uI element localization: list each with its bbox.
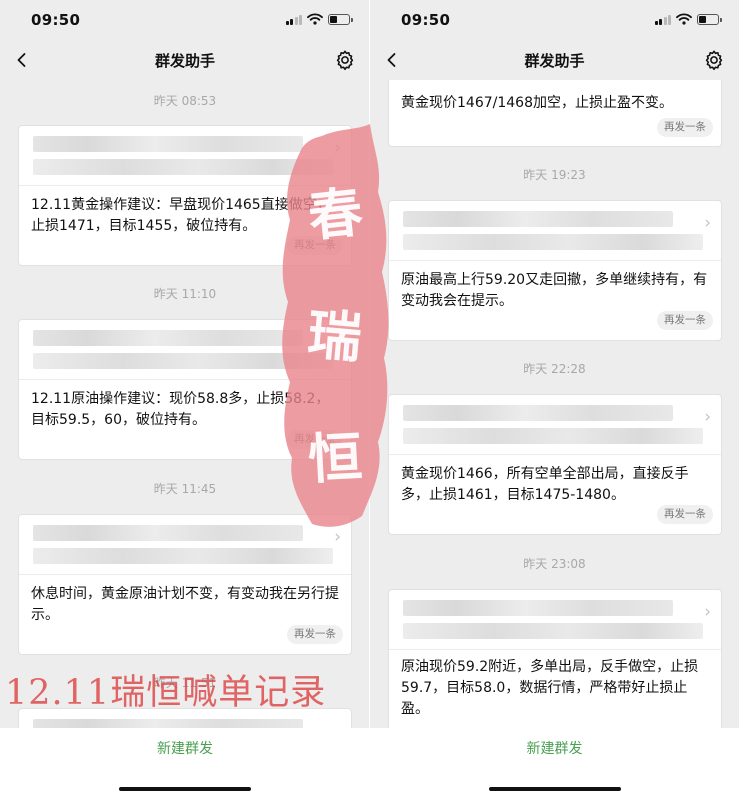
message-card[interactable]: › 12.11黄金操作建议：早盘现价1465直接做空，止损1471，目标1455… (18, 125, 352, 266)
battery-icon (697, 13, 722, 25)
message-text: 休息时间，黄金原油计划不变，有变动我在另行提示。 (31, 586, 339, 623)
right-screen: 09:50 群发助手 黄金现价1467/1468加空，止损止盈不变。 再发一条 … (370, 0, 739, 800)
wifi-icon (307, 13, 323, 25)
message-card[interactable]: › 原油现价59.2附近，多单出局，反手做空，止损59.7，目标58.0，数据行… (388, 589, 722, 728)
resend-button[interactable]: 再发一条 (657, 118, 713, 137)
chevron-right-icon: › (334, 527, 341, 547)
recipients-blurred: › (389, 201, 721, 261)
screen-divider (369, 0, 370, 800)
message-card[interactable]: › 黄金现价1466，所有空单全部出局，直接反手多，止损1461，目标1475-… (388, 394, 722, 535)
message-card[interactable]: › 原油最高上行59.20又走回撤，多单继续持有，有变动我会在提示。 再发一条 (388, 200, 722, 341)
gear-icon[interactable] (334, 49, 356, 71)
status-bar: 09:50 (370, 0, 739, 40)
bottom-bar: 新建群发 (0, 728, 370, 800)
new-broadcast-button[interactable]: 新建群发 (0, 738, 370, 758)
wifi-icon (676, 13, 692, 25)
resend-button[interactable]: 再发一条 (287, 236, 343, 255)
chevron-right-icon: › (704, 213, 711, 233)
status-bar: 09:50 (0, 0, 370, 40)
home-indicator (119, 787, 251, 791)
status-icons (285, 13, 353, 25)
recipients-blurred: › (389, 395, 721, 455)
new-broadcast-button[interactable]: 新建群发 (370, 738, 739, 758)
recipients-blurred: › (389, 590, 721, 650)
watermark-caption: 12.11瑞恒喊单记录 (5, 673, 327, 713)
timestamp: 昨天 11:10 (153, 287, 217, 301)
recipients-blurred: › (19, 126, 351, 186)
message-card[interactable]: › 12.11原油操作建议：现价58.8多，止损58.2，目标59.5，60，破… (18, 319, 352, 460)
timestamp: 昨天 19:23 (523, 168, 586, 182)
status-time: 09:50 (401, 11, 451, 29)
chevron-right-icon: › (334, 138, 341, 158)
message-list[interactable]: 黄金现价1467/1468加空，止损止盈不变。 再发一条 昨天 19:23 › … (370, 80, 739, 728)
home-indicator (488, 787, 621, 791)
nav-bar: 群发助手 (0, 40, 370, 80)
chevron-right-icon: › (704, 602, 711, 622)
recipients-blurred: › (19, 320, 351, 380)
message-text: 12.11黄金操作建议：早盘现价1465直接做空，止损1471，目标1455，破… (31, 197, 331, 234)
nav-title: 群发助手 (154, 52, 215, 70)
resend-button[interactable]: 再发一条 (657, 311, 713, 330)
chevron-right-icon: › (334, 332, 341, 352)
message-list[interactable]: 昨天 08:53 › 12.11黄金操作建议：早盘现价1465直接做空，止损14… (0, 80, 370, 728)
recipients-blurred: › (19, 515, 351, 575)
gear-icon[interactable] (703, 49, 725, 71)
signal-icon (285, 14, 302, 25)
message-text: 黄金现价1467/1468加空，止损止盈不变。 (401, 95, 673, 111)
status-time: 09:50 (31, 11, 81, 29)
resend-button[interactable]: 再发一条 (657, 505, 713, 524)
message-text: 黄金现价1466，所有空单全部出局，直接反手多，止损1461，目标1475-14… (401, 466, 689, 503)
message-card[interactable]: › 休息时间，黄金原油计划不变，有变动我在另行提示。 再发一条 (18, 514, 352, 655)
timestamp: 昨天 23:08 (523, 557, 586, 571)
nav-bar: 群发助手 (370, 40, 739, 80)
message-text: 12.11原油操作建议：现价58.8多，止损58.2，目标59.5，60，破位持… (31, 391, 330, 428)
timestamp: 昨天 11:45 (153, 482, 217, 496)
signal-icon (654, 14, 671, 25)
message-text: 原油最高上行59.20又走回撤，多单继续持有，有变动我会在提示。 (401, 272, 708, 309)
timestamp: 昨天 22:28 (523, 362, 586, 376)
bottom-bar: 新建群发 (370, 728, 739, 800)
status-icons (654, 13, 722, 25)
nav-title: 群发助手 (524, 52, 585, 70)
message-card[interactable]: 黄金现价1467/1468加空，止损止盈不变。 再发一条 (388, 80, 722, 147)
resend-button[interactable]: 再发一条 (287, 430, 343, 449)
battery-icon (328, 13, 353, 25)
resend-button[interactable]: 再发一条 (287, 625, 343, 644)
timestamp: 昨天 08:53 (153, 94, 217, 108)
message-text: 原油现价59.2附近，多单出局，反手做空，止损59.7，目标58.0，数据行情，… (401, 659, 699, 717)
chevron-right-icon: › (704, 407, 711, 427)
